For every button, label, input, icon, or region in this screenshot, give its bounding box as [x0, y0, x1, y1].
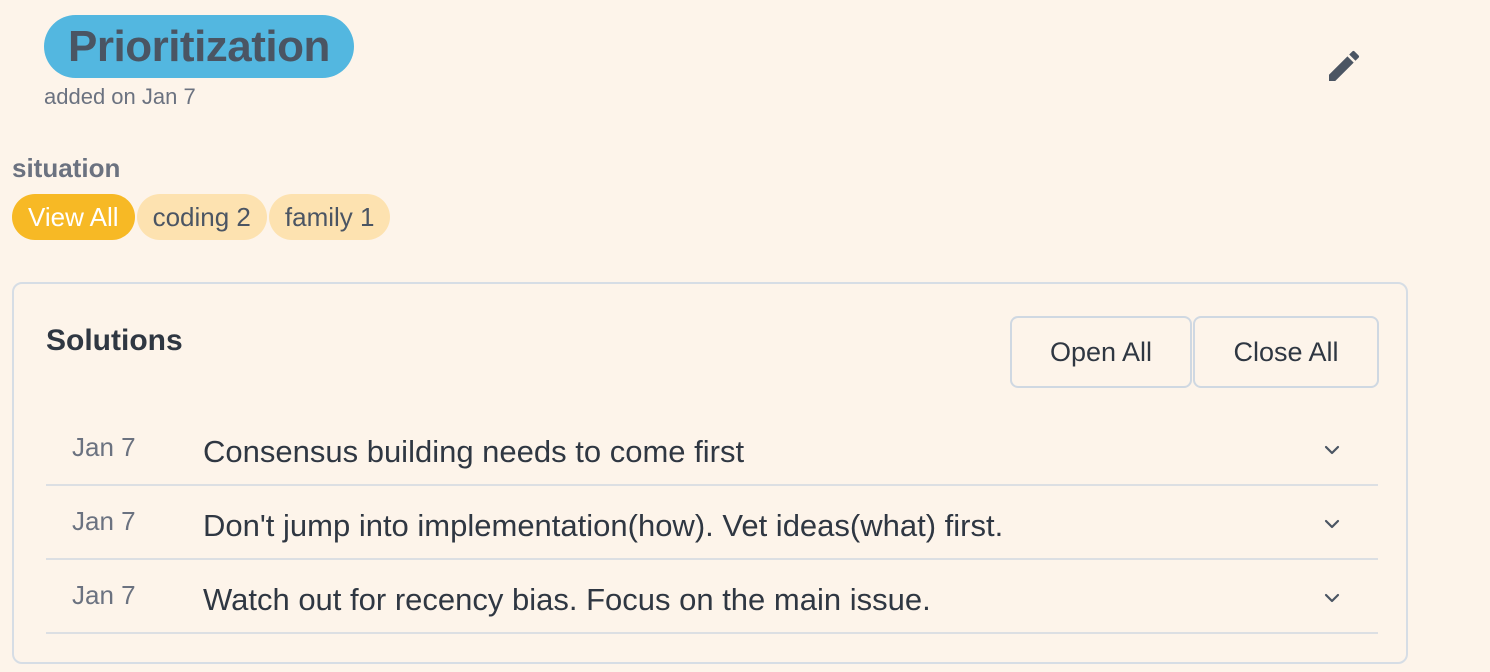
open-all-button[interactable]: Open All [1010, 316, 1192, 388]
tag-family[interactable]: family 1 [268, 194, 391, 240]
list-item[interactable]: Jan 7 Consensus building needs to come f… [46, 412, 1378, 486]
item-date: Jan 7 [72, 432, 136, 462]
tag-coding[interactable]: coding 2 [136, 194, 267, 240]
list-item[interactable]: Jan 7 Watch out for recency bias. Focus … [46, 560, 1378, 634]
list-item[interactable]: Jan 7 Don't jump into implementation(how… [46, 486, 1378, 560]
item-text: Don't jump into implementation(how). Vet… [203, 508, 1004, 543]
chevron-down-icon[interactable] [1320, 512, 1344, 536]
pencil-icon [1329, 50, 1360, 81]
situation-tags: View All coding 2 family 1 [12, 194, 391, 240]
situation-label: situation [12, 153, 121, 183]
close-all-button[interactable]: Close All [1193, 316, 1379, 388]
added-date: added on Jan 7 [44, 84, 196, 109]
solutions-list: Jan 7 Consensus building needs to come f… [46, 412, 1378, 634]
item-text: Watch out for recency bias. Focus on the… [203, 582, 931, 617]
item-date: Jan 7 [72, 580, 136, 610]
tag-view-all[interactable]: View All [12, 194, 135, 240]
chevron-down-icon[interactable] [1320, 586, 1344, 610]
chevron-down-icon[interactable] [1320, 438, 1344, 462]
item-date: Jan 7 [72, 506, 136, 536]
edit-button[interactable] [1322, 44, 1366, 88]
item-text: Consensus building needs to come first [203, 434, 745, 469]
solutions-title: Solutions [46, 324, 183, 357]
page-title: Prioritization [68, 21, 330, 71]
page-title-pill: Prioritization [44, 15, 354, 78]
solutions-card: Solutions Open All Close All Jan 7 Conse… [12, 282, 1408, 664]
